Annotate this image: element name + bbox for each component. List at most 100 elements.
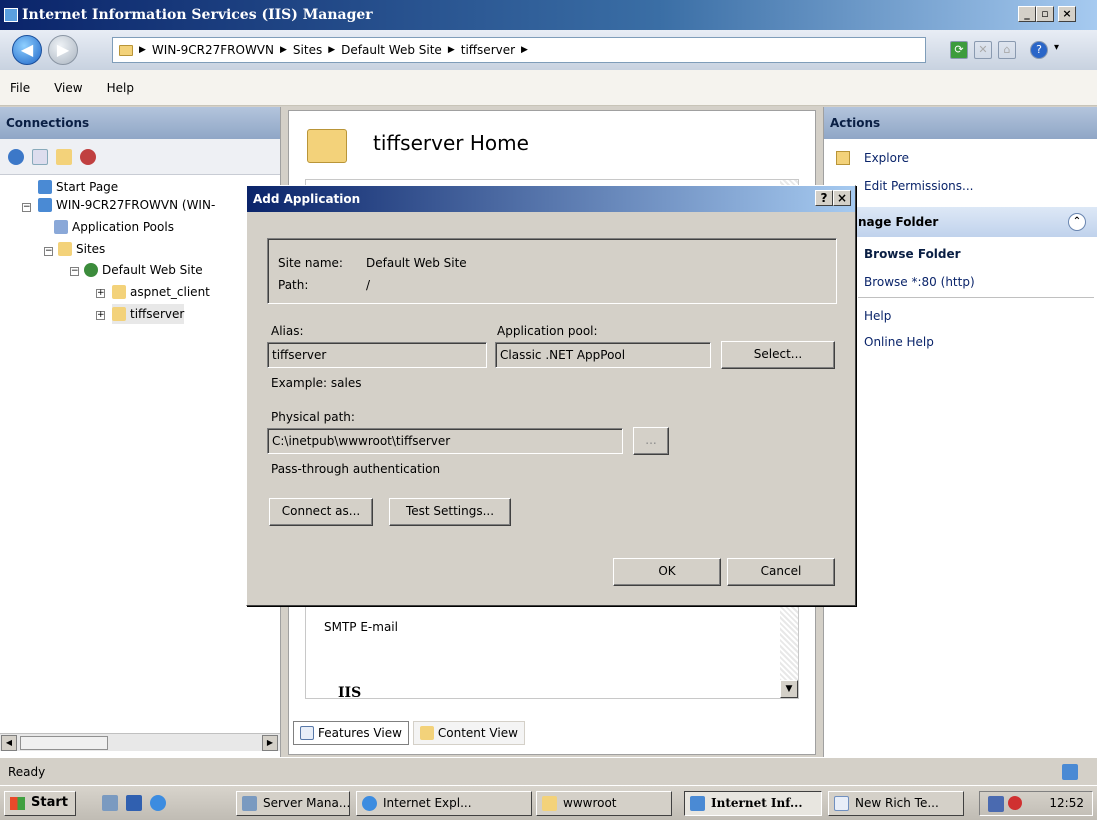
start-label: Start (31, 795, 68, 810)
task-iis-manager[interactable]: Internet Inf... (684, 791, 822, 816)
save-icon[interactable] (32, 148, 48, 165)
dialog-close-button[interactable]: × (833, 190, 851, 206)
app-pool-field: Classic .NET AppPool (495, 342, 711, 368)
tab-features-view[interactable]: Features View (293, 721, 409, 745)
refresh-icon[interactable]: ⟳ (950, 41, 968, 59)
tree-app-pools[interactable]: Application Pools (54, 217, 174, 237)
dropdown-arrow-icon[interactable]: ▾ (1054, 42, 1059, 53)
select-pool-button[interactable]: Select... (721, 341, 835, 369)
collapse-toggle[interactable]: − (22, 203, 31, 212)
tree-aspnet-client[interactable]: aspnet_client (112, 282, 210, 302)
clock[interactable]: 12:52 (1049, 796, 1084, 810)
disconnect-icon[interactable] (80, 148, 96, 165)
start-page-icon (38, 180, 52, 194)
minimize-button[interactable]: _ (1018, 6, 1036, 22)
show-desktop-icon[interactable] (126, 795, 142, 811)
breadcrumb-default-site[interactable]: Default Web Site (341, 43, 442, 57)
stop-icon[interactable]: ✕ (974, 41, 992, 59)
forward-button[interactable]: ▶ (48, 35, 78, 65)
scroll-left-icon[interactable]: ◀ (1, 735, 17, 751)
start-button[interactable]: Start (4, 791, 76, 816)
collapse-icon[interactable]: ⌃ (1068, 213, 1086, 231)
task-wwwroot[interactable]: wwwroot (536, 791, 672, 816)
expand-toggle[interactable]: + (96, 311, 105, 320)
breadcrumb-server[interactable]: WIN-9CR27FROWVN (152, 43, 274, 57)
menu-help[interactable]: Help (107, 81, 134, 95)
alias-input[interactable]: tiffserver (267, 342, 487, 368)
tree-label: Default Web Site (102, 263, 203, 277)
tree-default-web-site[interactable]: Default Web Site (84, 260, 203, 280)
chevron-right-icon: ▶ (328, 45, 336, 55)
physical-path-label: Physical path: (271, 410, 355, 424)
collapse-toggle[interactable]: − (70, 267, 79, 276)
browse-folder-heading: Browse Folder (864, 247, 961, 261)
home-icon[interactable]: ⌂ (998, 41, 1016, 59)
help-icon[interactable]: ? (1030, 41, 1048, 59)
action-explore[interactable]: Explore (864, 151, 909, 165)
windows-flag-icon (10, 797, 25, 810)
actions-panel: Actions Explore Edit Permissions... nage… (823, 107, 1097, 757)
folder-icon (542, 796, 557, 811)
path-label: Path: (278, 278, 309, 292)
tree-label: aspnet_client (130, 285, 210, 299)
scroll-thumb[interactable] (20, 736, 108, 750)
security-alert-icon[interactable] (1008, 796, 1022, 810)
scroll-down-icon[interactable]: ▼ (780, 680, 798, 698)
connect-icon[interactable] (8, 148, 24, 165)
scroll-right-icon[interactable]: ▶ (262, 735, 278, 751)
iis-icon (690, 796, 705, 811)
action-browse-80[interactable]: Browse *:80 (http) (864, 275, 975, 289)
action-online-help[interactable]: Online Help (864, 335, 934, 349)
collapse-toggle[interactable]: − (44, 247, 53, 256)
task-internet-explorer[interactable]: Internet Expl... (356, 791, 532, 816)
tree-start-page[interactable]: Start Page (38, 177, 118, 197)
connections-panel: Connections Start Page − WIN-9CR27FROWVN… (0, 107, 281, 757)
alias-label: Alias: (271, 324, 304, 338)
tree-label: Start Page (56, 180, 119, 194)
ie-quicklaunch-icon[interactable] (150, 795, 166, 811)
physical-path-input[interactable]: C:\inetpub\wwwroot\tiffserver (267, 428, 623, 454)
menu-file[interactable]: File (10, 81, 30, 95)
folder-icon (307, 129, 347, 163)
action-edit-permissions[interactable]: Edit Permissions... (864, 179, 973, 193)
tab-content-view[interactable]: Content View (412, 721, 525, 745)
chevron-right-icon: ▶ (521, 45, 528, 55)
tree-server[interactable]: WIN-9CR27FROWVN (WIN- (38, 195, 215, 215)
address-bar[interactable]: ▶ WIN-9CR27FROWVN ▶ Sites ▶ Default Web … (112, 37, 926, 63)
action-help[interactable]: Help (864, 309, 891, 323)
chevron-right-icon: ▶ (139, 45, 146, 55)
close-window-button[interactable]: × (1058, 6, 1076, 22)
menu-view[interactable]: View (54, 81, 82, 95)
dialog-help-button[interactable]: ? (815, 190, 833, 206)
task-wordpad[interactable]: New Rich Te... (828, 791, 964, 816)
feature-smtp-email[interactable]: SMTP E-mail (324, 620, 398, 634)
features-view-icon (300, 726, 314, 740)
test-settings-button[interactable]: Test Settings... (389, 498, 511, 526)
section-manage-folder[interactable]: nage Folder ⌃ (824, 207, 1097, 237)
task-label: Server Mana... (263, 796, 350, 810)
up-folder-icon[interactable] (56, 148, 72, 165)
back-button[interactable]: ◀ (12, 35, 42, 65)
actions-header: Actions (824, 107, 1097, 139)
tree-tiffserver[interactable]: tiffserver (112, 304, 185, 324)
browse-path-button[interactable]: ... (633, 427, 669, 455)
connections-toolbar (0, 139, 280, 175)
network-icon[interactable] (988, 796, 1004, 812)
maximize-button[interactable]: ▫ (1036, 6, 1054, 22)
expand-toggle[interactable]: + (96, 289, 105, 298)
dialog-title: Add Application (253, 192, 361, 206)
site-name-value: Default Web Site (366, 256, 467, 270)
breadcrumb-sites[interactable]: Sites (293, 43, 322, 57)
tab-label: Features View (318, 726, 402, 740)
server-manager-quicklaunch-icon[interactable] (102, 795, 118, 811)
tree-sites[interactable]: Sites (58, 239, 105, 259)
ok-button[interactable]: OK (613, 558, 721, 586)
horizontal-scrollbar[interactable]: ◀ ▶ (0, 733, 280, 751)
connect-as-button[interactable]: Connect as... (269, 498, 373, 526)
task-server-manager[interactable]: Server Mana... (236, 791, 350, 816)
breadcrumb-tiffserver[interactable]: tiffserver (461, 43, 515, 57)
cancel-button[interactable]: Cancel (727, 558, 835, 586)
window-titlebar: Internet Information Services (IIS) Mana… (0, 0, 1097, 30)
pass-through-label: Pass-through authentication (271, 462, 441, 476)
app-pool-label: Application pool: (497, 324, 598, 338)
